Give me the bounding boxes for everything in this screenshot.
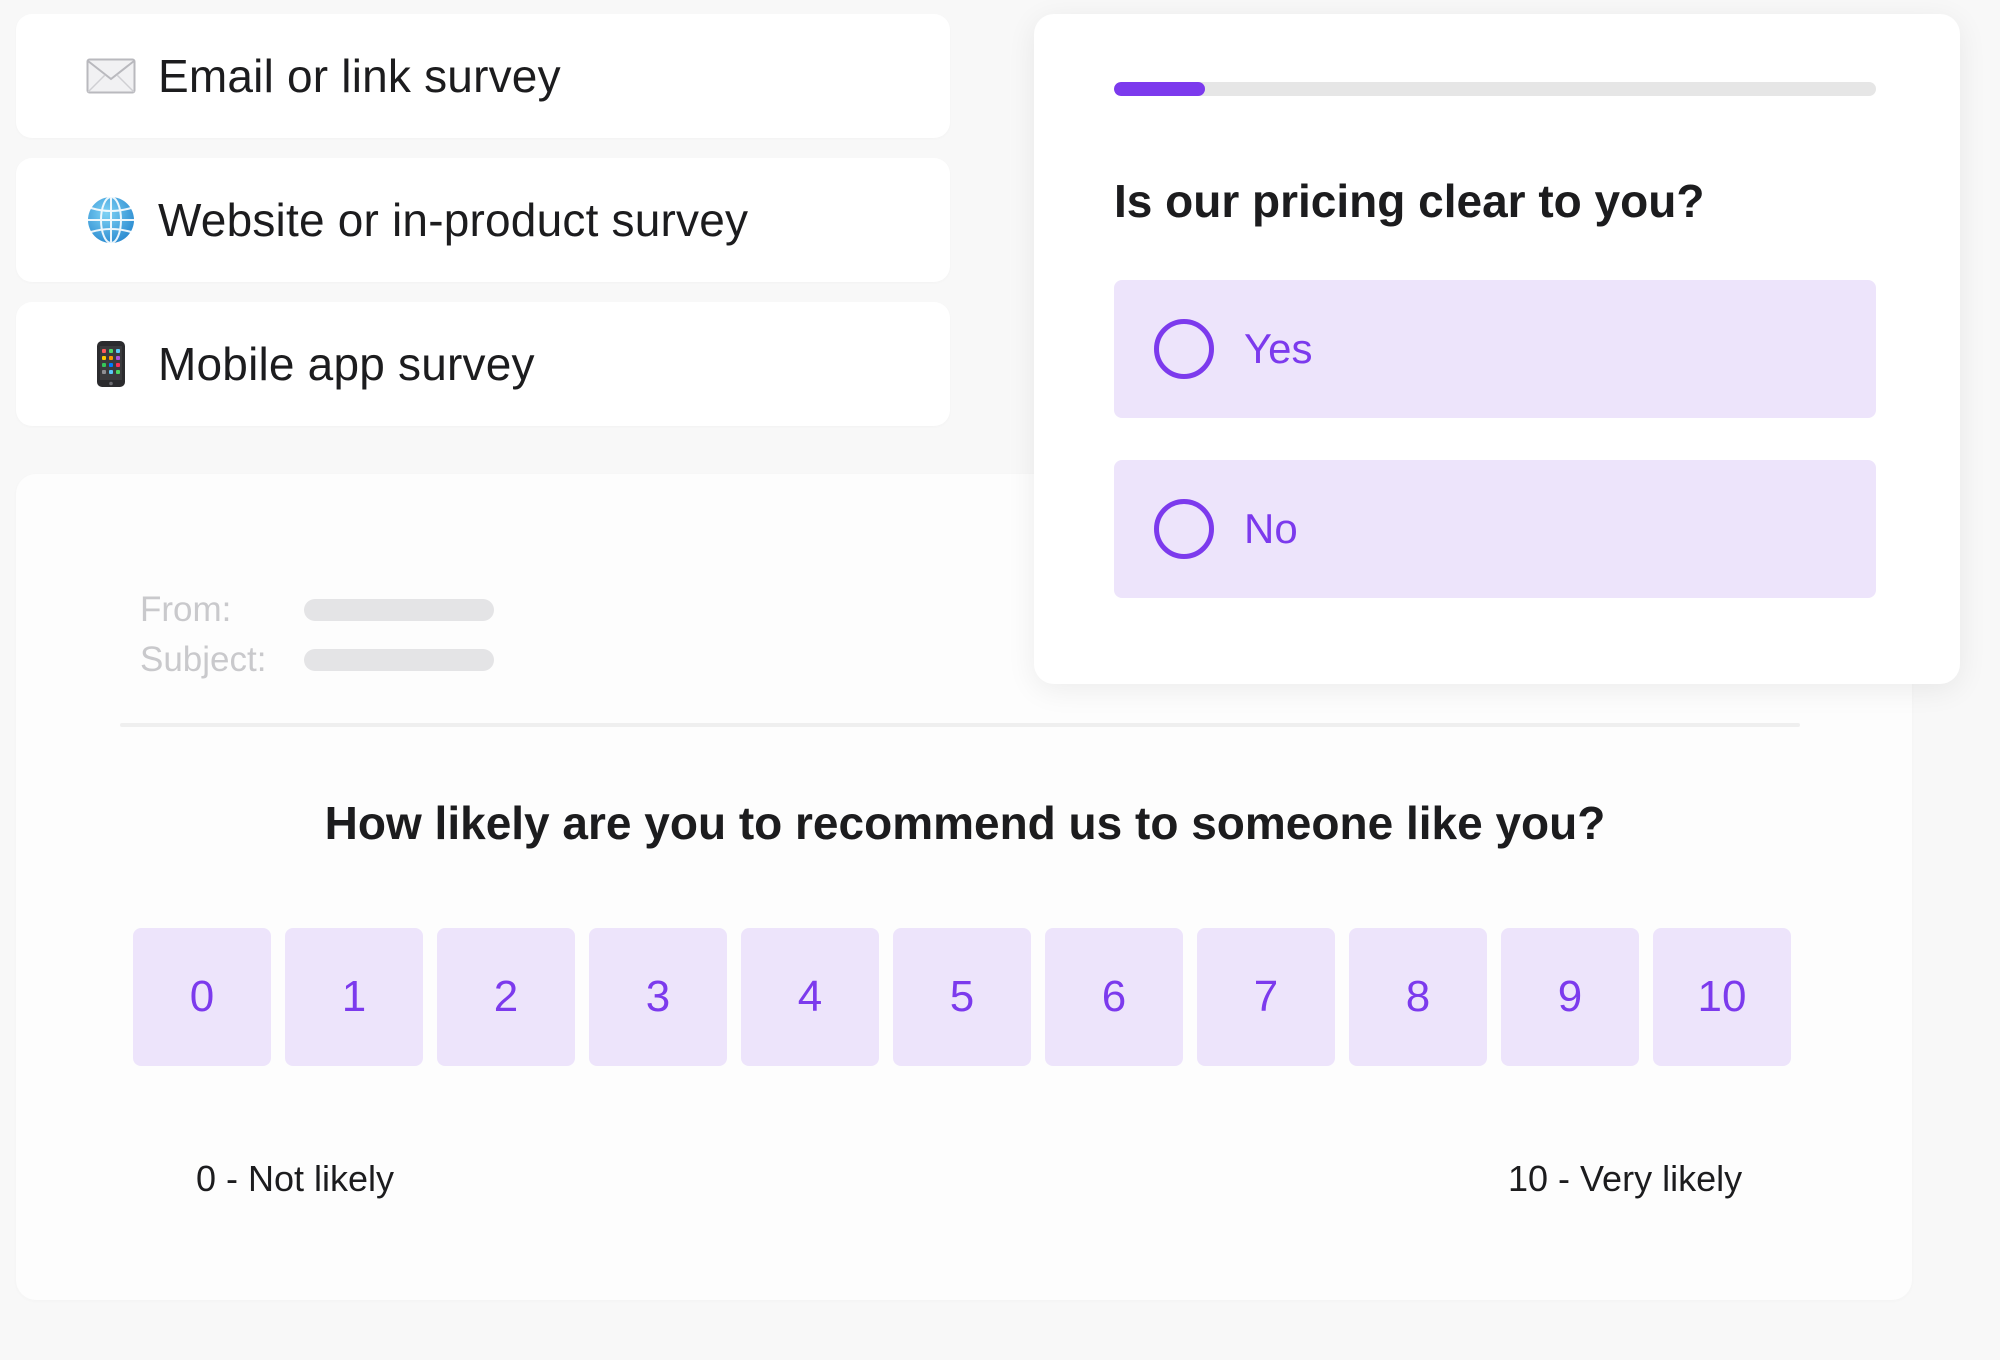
nps-score-1-button[interactable]: 1 xyxy=(285,928,423,1066)
option-label: No xyxy=(1244,505,1298,552)
progress-fill xyxy=(1114,82,1206,96)
from-placeholder-bar xyxy=(304,599,494,621)
progress-bar xyxy=(1114,82,1876,96)
survey-type-email-card[interactable]: Email or link survey xyxy=(16,14,950,138)
nps-score-7-button[interactable]: 7 xyxy=(1197,928,1335,1066)
globe-icon xyxy=(84,193,138,247)
survey-type-website-card[interactable]: Website or in-product survey xyxy=(16,158,950,282)
question-card: Is our pricing clear to you? Yes No xyxy=(1034,14,1960,684)
survey-type-label: Website or in-product survey xyxy=(158,194,749,246)
nps-score-0-button[interactable]: 0 xyxy=(133,928,271,1066)
email-divider xyxy=(120,723,1800,727)
nps-score-4-button[interactable]: 4 xyxy=(741,928,879,1066)
subject-label: Subject: xyxy=(140,640,267,679)
nps-score-3-button[interactable]: 3 xyxy=(589,928,727,1066)
nps-score-2-button[interactable]: 2 xyxy=(437,928,575,1066)
survey-type-mobile-card[interactable]: Mobile app survey xyxy=(16,302,950,426)
option-label: Yes xyxy=(1244,325,1313,372)
nps-score-10-button[interactable]: 10 xyxy=(1653,928,1791,1066)
email-subject-row: Subject: xyxy=(140,640,494,680)
radio-circle-icon[interactable] xyxy=(1154,499,1214,559)
nps-score-9-button[interactable]: 9 xyxy=(1501,928,1639,1066)
nps-scale: 0 1 2 3 4 5 6 7 8 9 10 xyxy=(133,928,1791,1066)
from-label: From: xyxy=(140,590,232,629)
envelope-icon xyxy=(84,49,138,103)
question-text: Is our pricing clear to you? xyxy=(1114,175,1705,227)
email-from-row: From: xyxy=(140,590,494,630)
nps-high-label: 10 - Very likely xyxy=(1508,1158,1743,1199)
subject-placeholder-bar xyxy=(304,649,494,671)
survey-type-label: Email or link survey xyxy=(158,50,561,102)
option-no[interactable]: No xyxy=(1114,460,1876,598)
nps-score-6-button[interactable]: 6 xyxy=(1045,928,1183,1066)
option-yes[interactable]: Yes xyxy=(1114,280,1876,418)
mobile-phone-icon xyxy=(84,337,138,391)
radio-circle-icon[interactable] xyxy=(1154,319,1214,379)
nps-score-5-button[interactable]: 5 xyxy=(893,928,1031,1066)
survey-type-label: Mobile app survey xyxy=(158,338,535,390)
nps-score-8-button[interactable]: 8 xyxy=(1349,928,1487,1066)
nps-low-label: 0 - Not likely xyxy=(196,1158,395,1199)
nps-question: How likely are you to recommend us to so… xyxy=(324,797,1606,849)
